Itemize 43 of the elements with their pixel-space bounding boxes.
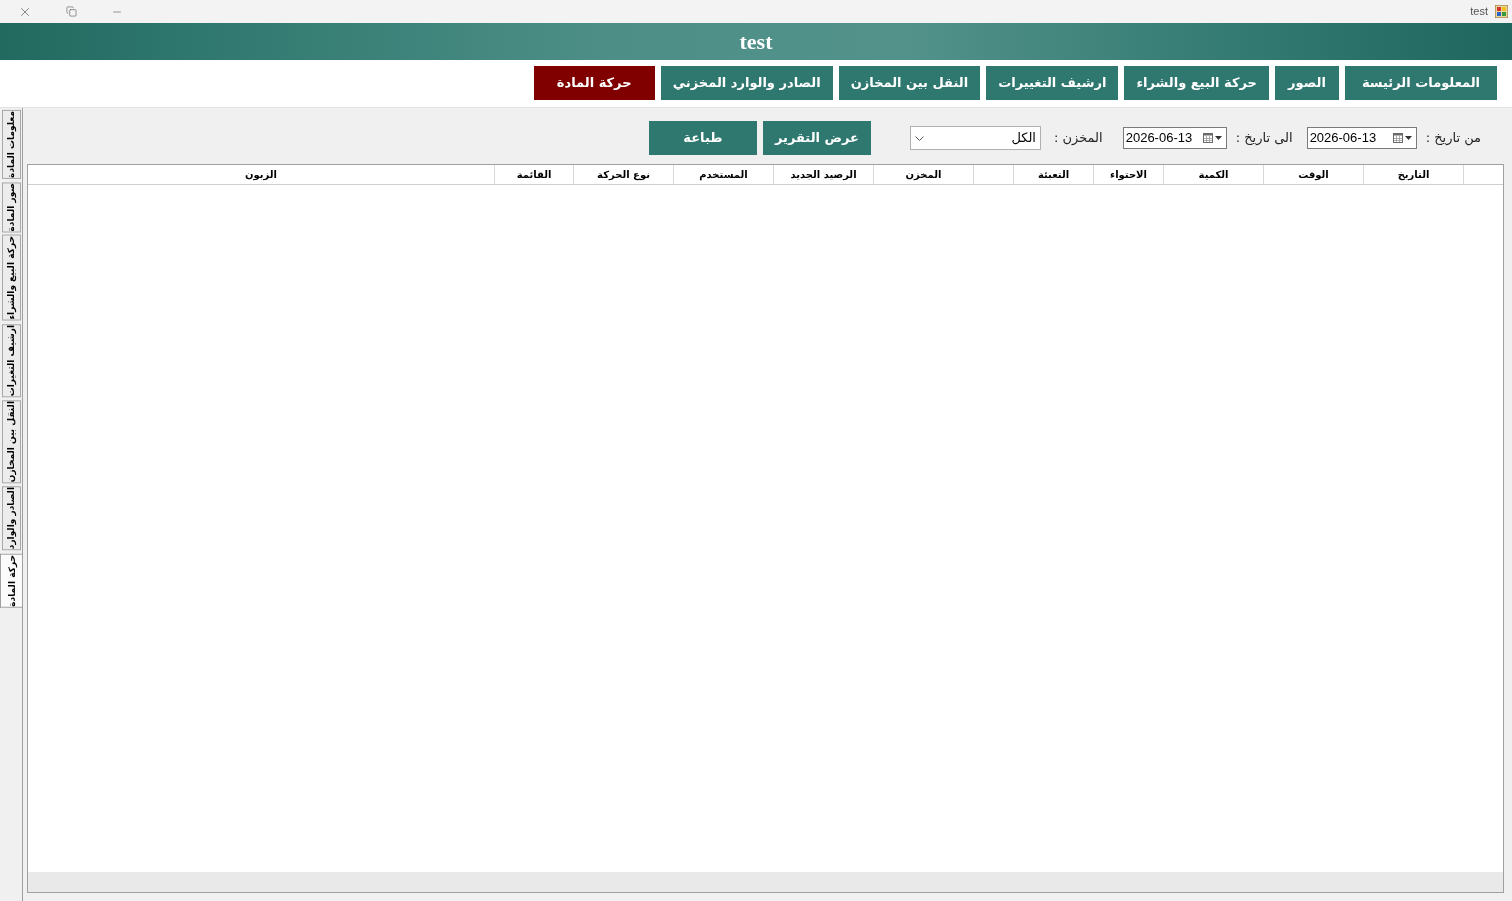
side-tab[interactable]: حركة المادة <box>0 553 22 608</box>
chevron-down-icon <box>915 135 924 141</box>
column-header[interactable]: التاريخ <box>1363 165 1463 184</box>
column-header[interactable]: الكمية <box>1163 165 1263 184</box>
from-date-label: من تاريخ : <box>1425 129 1481 148</box>
window-title: test <box>1470 4 1488 20</box>
nav-tab[interactable]: النقل بين المخازن <box>838 66 981 100</box>
column-header[interactable]: الرصيد الجديد <box>773 165 873 184</box>
column-header[interactable]: الوقت <box>1263 165 1363 184</box>
column-header[interactable]: المستخدم <box>673 165 773 184</box>
column-header[interactable]: نوع الحركة <box>573 165 673 184</box>
date-picker[interactable]: 2026-06-13 <box>1306 127 1417 149</box>
app-icon <box>1495 5 1508 18</box>
nav-tab[interactable]: ارشيف التغييرات <box>986 66 1119 100</box>
calendar-icon <box>1392 133 1403 143</box>
print-button[interactable]: طباعة <box>648 121 757 155</box>
side-tab[interactable]: الصادر والوارد <box>2 486 21 551</box>
side-tab[interactable]: ارشيف التغيرات <box>2 323 21 398</box>
column-header[interactable]: المخزن <box>873 165 973 184</box>
scrollbar-track[interactable] <box>28 872 1503 892</box>
caret-icon <box>1404 136 1412 140</box>
caret-icon <box>1214 136 1222 140</box>
nav-tab[interactable]: المعلومات الرئيسة <box>1345 66 1497 100</box>
column-header[interactable]: الزبون <box>28 165 494 184</box>
restore-icon <box>65 6 77 17</box>
nav-tab[interactable]: الصادر والوارد المخزني <box>660 66 833 100</box>
show-report-button[interactable]: عرض التقرير <box>762 121 871 155</box>
calendar-icon <box>1202 133 1213 143</box>
side-tab[interactable]: حركة البيع والشراء <box>2 235 21 321</box>
nav-tab[interactable]: حركة المادة <box>533 66 655 100</box>
nav-tab[interactable]: حركة البيع والشراء <box>1124 66 1269 100</box>
to-date-label: الى تاريخ : <box>1235 129 1293 148</box>
column-header[interactable]: التعبئة <box>1013 165 1093 184</box>
date-picker[interactable]: 2026-06-13 <box>1122 127 1227 149</box>
side-tab[interactable]: النقل بين المخازن <box>2 400 21 484</box>
side-tab[interactable]: معلومات المادة <box>2 110 21 179</box>
nav-tab[interactable]: الصور <box>1275 66 1339 100</box>
header-title: test <box>739 28 773 56</box>
warehouse-label: المخزن : <box>1054 129 1103 148</box>
column-header[interactable]: القائمة <box>494 165 573 184</box>
side-tab[interactable]: صور المادة <box>2 181 21 233</box>
column-header[interactable]: الاحتواء <box>1093 165 1163 184</box>
warehouse-select[interactable]: الكل <box>910 126 1041 150</box>
